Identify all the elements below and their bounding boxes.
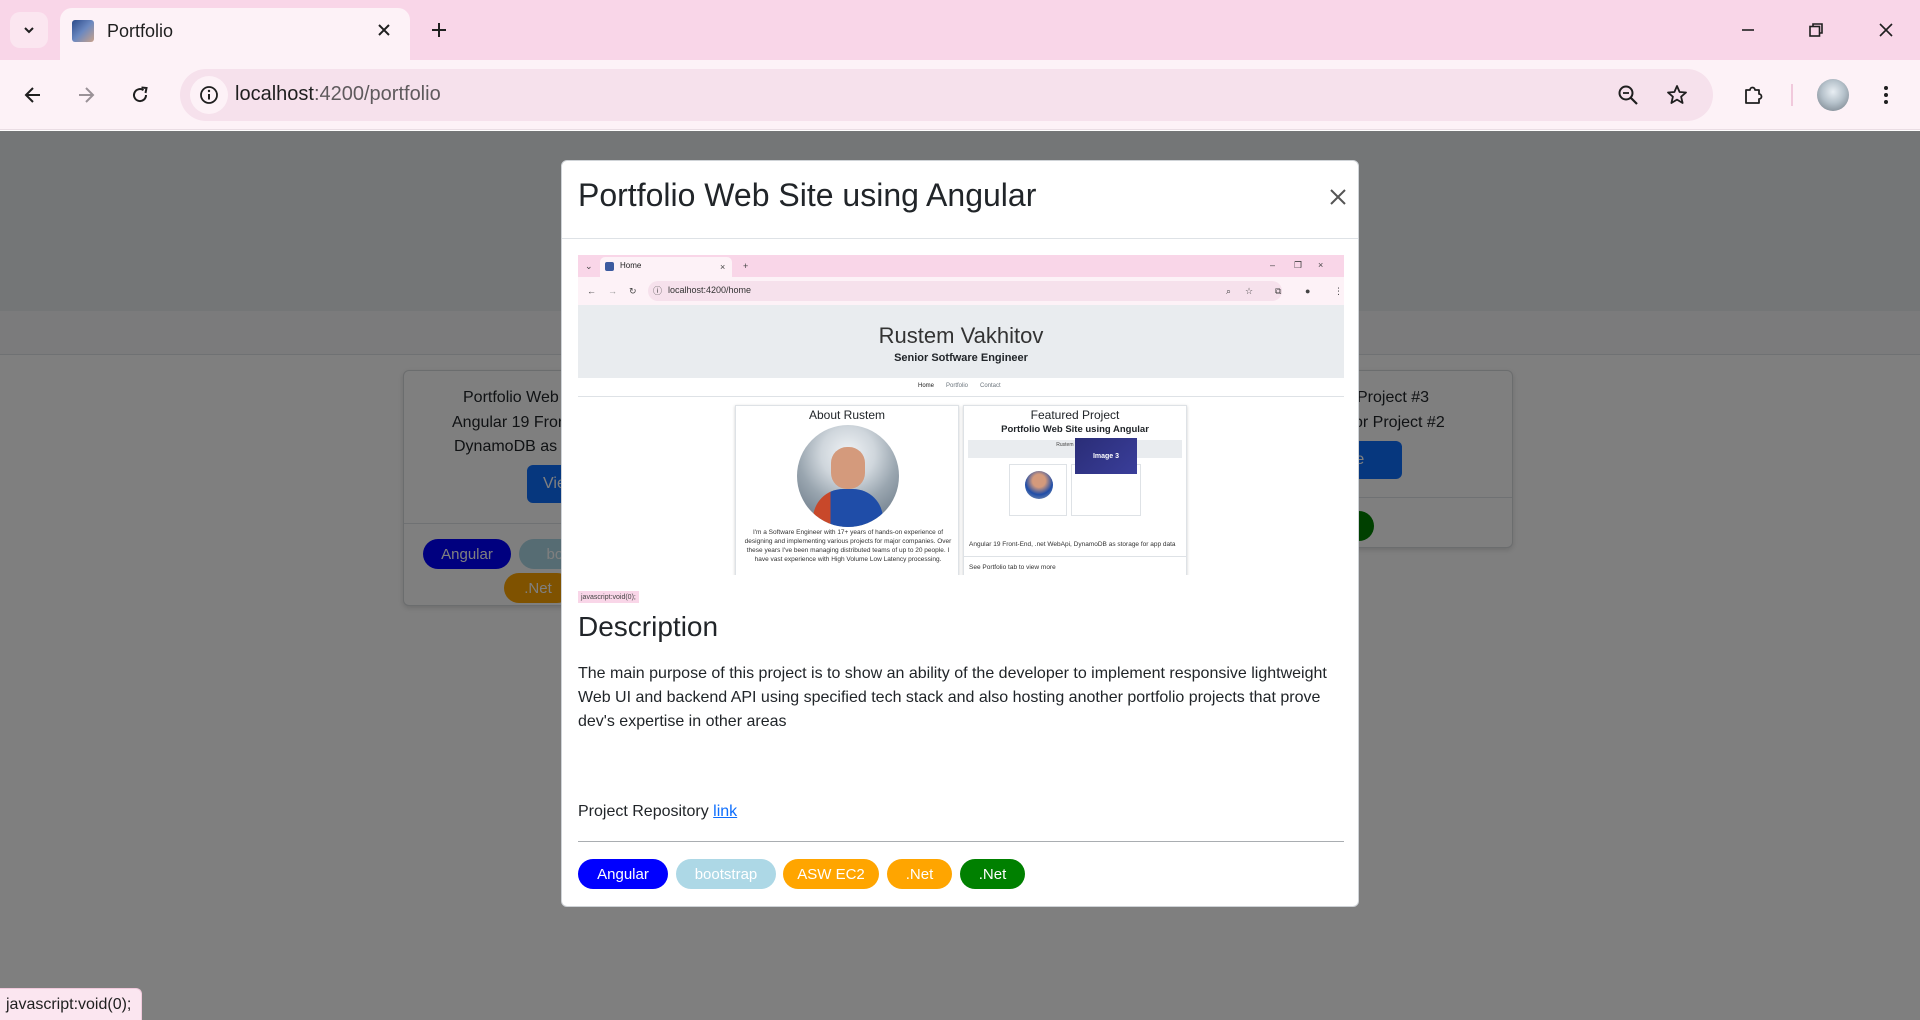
screenshot-about-title: About Rustem bbox=[808, 408, 886, 422]
favicon-icon bbox=[72, 20, 94, 42]
tab-title: Portfolio bbox=[107, 21, 174, 41]
screenshot-tab: Home × bbox=[600, 257, 732, 277]
puzzle-icon bbox=[1745, 86, 1763, 104]
screenshot-featured-text: Angular 19 Front-End, .net WebApi, Dynam… bbox=[969, 541, 1176, 548]
tag-pill-angular: Angular bbox=[578, 859, 668, 889]
featured-image-3: Image 3 bbox=[1075, 438, 1137, 474]
browser-tab-active[interactable]: Portfolio bbox=[60, 8, 410, 60]
close-window-button[interactable] bbox=[1864, 12, 1908, 48]
modal-close-button[interactable] bbox=[1324, 183, 1352, 211]
star-icon bbox=[1667, 85, 1687, 104]
screenshot-featured-footer: See Portfolio tab to view more bbox=[969, 564, 1056, 571]
screenshot-nav-item: Portfolio bbox=[946, 383, 969, 389]
tag-pill-asw-ec2: ASW EC2 bbox=[783, 859, 879, 889]
minimize-icon: – bbox=[1270, 260, 1276, 270]
minimize-icon bbox=[1742, 29, 1754, 31]
screenshot-address-bar: ⓘ localhost:4200/home ⌕ ☆ bbox=[648, 281, 1282, 301]
puzzle-icon: ⧉ bbox=[1275, 286, 1282, 296]
url-text[interactable]: localhost:4200/portfolio bbox=[235, 83, 441, 106]
screenshot-tab-strip: ⌄ Home × + – ❐ × bbox=[578, 255, 1344, 277]
forward-button[interactable] bbox=[66, 75, 106, 115]
project-details-modal: Portfolio Web Site using Angular ⌄ Home … bbox=[561, 160, 1359, 907]
plus-icon bbox=[432, 23, 446, 37]
screenshot-name: Rustem Vakhitov bbox=[878, 323, 1044, 348]
reload-icon: ↻ bbox=[629, 286, 637, 296]
tab-search-button[interactable] bbox=[10, 12, 48, 48]
reload-button[interactable] bbox=[120, 75, 160, 115]
modal-header-divider bbox=[562, 238, 1358, 239]
screenshot-toolbar: ← → ↻ ⓘ localhost:4200/home ⌕ ☆ ⧉ ● ⋮ bbox=[578, 277, 1344, 305]
tag-pill-bootstrap: bootstrap bbox=[676, 859, 776, 889]
modal-footer-divider bbox=[578, 841, 1344, 842]
tag-pill-dotnet: .Net bbox=[887, 859, 952, 889]
screenshot-role: Senior Sotfware Engineer bbox=[894, 352, 1028, 364]
arrow-left-icon: ← bbox=[587, 286, 596, 296]
close-icon bbox=[378, 24, 390, 36]
minimize-window-button[interactable] bbox=[1726, 12, 1770, 48]
toolbar-divider bbox=[1791, 84, 1793, 106]
extensions-button[interactable] bbox=[1733, 75, 1773, 115]
screenshot-nav-item: Home bbox=[918, 383, 935, 389]
description-heading: Description bbox=[578, 611, 719, 642]
restore-window-button[interactable] bbox=[1794, 12, 1838, 48]
more-vertical-icon bbox=[1884, 86, 1888, 104]
repository-label: Project Repository bbox=[578, 803, 709, 820]
close-icon: × bbox=[720, 262, 726, 272]
favicon-icon bbox=[605, 262, 614, 271]
screenshot-about-text: I'm a Software Engineer with 17+ years o… bbox=[744, 529, 952, 563]
screenshot-header: Rustem Vakhitov Senior Sotfware Engineer bbox=[578, 305, 1344, 378]
arrow-right-icon bbox=[79, 87, 95, 103]
screenshot-nav-item: Contact bbox=[980, 383, 1001, 389]
zoom-out-icon: ⌕ bbox=[1226, 286, 1232, 296]
tag-pill-dotnet: .Net bbox=[960, 859, 1025, 889]
project-screenshot-image: ⌄ Home × + – ❐ × ← → ↻ ⓘ localhost:4200/… bbox=[578, 255, 1344, 575]
zoom-button[interactable] bbox=[1612, 79, 1644, 111]
zoom-out-icon bbox=[1618, 85, 1638, 105]
close-icon bbox=[1879, 23, 1893, 37]
screenshot-featured-card: Featured Project Portfolio Web Site usin… bbox=[963, 405, 1187, 575]
close-icon bbox=[1330, 189, 1346, 205]
image-caption: javascript:void(0); bbox=[578, 591, 639, 603]
arrow-left-icon bbox=[24, 87, 40, 103]
screenshot-nav: Home Portfolio Contact bbox=[578, 379, 1344, 397]
screenshot-featured-subtitle: Portfolio Web Site using Angular bbox=[1001, 424, 1149, 435]
chevron-down-icon: ⌄ bbox=[585, 261, 593, 271]
link-status-bubble: javascript:void(0); bbox=[0, 988, 143, 1020]
screenshot-about-card: About Rustem I'm a Software Engineer wit… bbox=[735, 405, 959, 575]
plus-icon: + bbox=[743, 261, 749, 271]
more-vertical-icon: ⋮ bbox=[1334, 286, 1343, 296]
modal-title: Portfolio Web Site using Angular bbox=[578, 177, 1037, 213]
close-icon: × bbox=[1318, 260, 1324, 270]
thumbnail-photo bbox=[1025, 471, 1053, 499]
bookmark-button[interactable] bbox=[1661, 79, 1693, 111]
address-bar[interactable]: localhost:4200/portfolio bbox=[180, 69, 1713, 121]
site-info-button[interactable] bbox=[190, 76, 228, 114]
reload-icon bbox=[133, 86, 148, 103]
browser-menu-button[interactable] bbox=[1866, 75, 1906, 115]
new-tab-button[interactable] bbox=[423, 14, 455, 46]
close-tab-button[interactable] bbox=[372, 18, 396, 42]
chevron-down-icon bbox=[24, 27, 34, 34]
browser-toolbar: localhost:4200/portfolio bbox=[0, 60, 1920, 130]
info-icon: ⓘ bbox=[653, 286, 663, 296]
restore-icon bbox=[1809, 23, 1823, 37]
screenshot-featured-title: Featured Project bbox=[1030, 408, 1120, 422]
info-icon bbox=[200, 86, 218, 104]
profile-photo bbox=[797, 425, 899, 527]
avatar: ● bbox=[1305, 286, 1311, 296]
repository-link[interactable]: link bbox=[713, 803, 737, 820]
arrow-right-icon: → bbox=[608, 286, 617, 296]
profile-avatar-button[interactable] bbox=[1817, 79, 1849, 111]
description-text: The main purpose of this project is to s… bbox=[578, 665, 1327, 730]
restore-icon: ❐ bbox=[1294, 260, 1303, 270]
star-icon: ☆ bbox=[1245, 286, 1254, 296]
back-button[interactable] bbox=[13, 75, 53, 115]
screenshot-url: localhost:4200/home bbox=[668, 285, 752, 295]
browser-tab-strip: Portfolio bbox=[0, 0, 1920, 60]
screenshot-tab-title: Home bbox=[620, 261, 642, 270]
project-repository: Project Repository link bbox=[578, 803, 737, 821]
